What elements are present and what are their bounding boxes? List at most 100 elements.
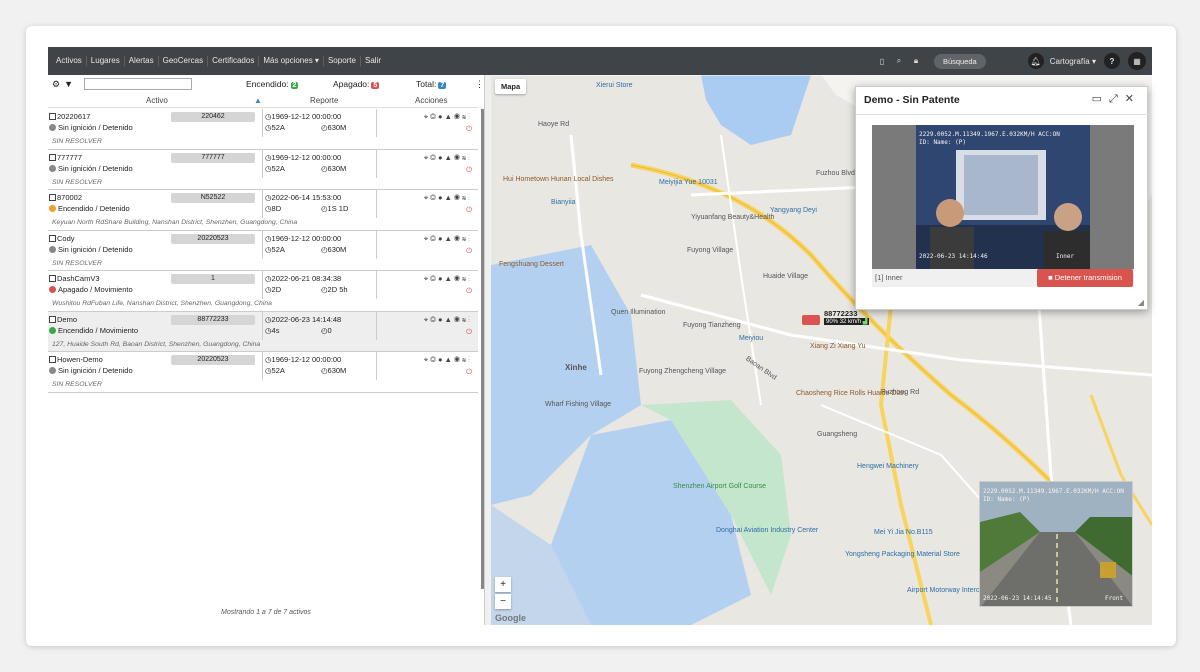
vehicle-marker[interactable]: 88772233 90% 32 km/h ▟: [802, 309, 870, 327]
eye-icon[interactable]: ◉: [454, 274, 462, 283]
table-row[interactable]: 20220617 Sin ignición / Detenido 220462 ◷19…: [48, 109, 478, 150]
more-icon[interactable]: ⋮: [468, 193, 472, 202]
asset-search-input[interactable]: [84, 78, 192, 90]
off-count[interactable]: Apagado: 5: [333, 79, 380, 89]
target-icon[interactable]: ◎: [430, 355, 438, 364]
row-checkbox[interactable]: [49, 113, 56, 120]
row-checkbox[interactable]: [49, 194, 56, 201]
more-icon[interactable]: ⋮: [468, 153, 472, 162]
eye-icon[interactable]: ◉: [454, 355, 462, 364]
power-icon: ⏻: [466, 164, 474, 174]
video-player[interactable]: 2229.0052.M.11349.1967.E.032KM/H ACC:ON …: [872, 125, 1134, 269]
report-value-2: ◴0: [321, 326, 332, 335]
table-row[interactable]: 777777 Sin ignición / Detenido 777777 ◷1969…: [48, 149, 478, 190]
eye-icon[interactable]: ◉: [454, 315, 462, 324]
bell-icon[interactable]: 🔔︎: [1027, 53, 1044, 69]
close-icon[interactable]: ✕: [1125, 93, 1141, 105]
alert-icon[interactable]: ▲: [445, 112, 454, 121]
more-icon[interactable]: ⋮: [468, 112, 472, 121]
nav-certificados[interactable]: Certificados: [208, 56, 260, 66]
resize-handle-icon[interactable]: ◢: [1138, 298, 1144, 307]
asset-status: Apagado / Movimiento: [49, 285, 133, 294]
search-button[interactable]: Búsqueda: [933, 53, 986, 69]
nav-geocercas[interactable]: GeoCercas: [159, 56, 209, 66]
alert-icon[interactable]: ▲: [445, 153, 454, 162]
zoom-out-button[interactable]: −: [495, 594, 511, 609]
nav-soporte[interactable]: Soporte: [324, 56, 361, 66]
search-icon[interactable]: ⌕: [892, 56, 906, 66]
asset-name[interactable]: Cody: [57, 234, 75, 243]
alert-icon[interactable]: ▲: [445, 355, 454, 364]
asset-name[interactable]: Howen-Demo: [57, 355, 103, 364]
asset-name[interactable]: 777777: [57, 153, 82, 162]
nav-mas-opciones[interactable]: Más opciones ▾: [259, 56, 324, 66]
row-checkbox[interactable]: [49, 356, 56, 363]
target-icon[interactable]: ◎: [430, 153, 438, 162]
row-checkbox[interactable]: [49, 234, 56, 242]
video-frame: 2229.0052.M.11349.1967.E.032KM/H ACC:ON …: [916, 125, 1090, 269]
more-icon[interactable]: ⋮: [468, 315, 472, 324]
nav-activos[interactable]: Activos: [52, 56, 87, 66]
on-count[interactable]: Encendido: 2: [246, 79, 299, 89]
target-icon[interactable]: ◎: [430, 193, 438, 202]
eye-icon[interactable]: ◉: [454, 112, 462, 121]
eye-icon[interactable]: ◉: [454, 234, 462, 243]
poi-label: Xiang Zi Xiang Yu: [810, 343, 866, 350]
status-text: Sin ignición / Detenido: [58, 123, 133, 132]
target-icon[interactable]: ◎: [430, 234, 438, 243]
row-checkbox[interactable]: [49, 315, 56, 323]
sort-asc-icon[interactable]: ▲: [254, 96, 262, 105]
target-icon[interactable]: ◎: [430, 274, 438, 283]
row-checkbox[interactable]: [49, 153, 56, 161]
poi-label: Yongsheng Packaging Material Store: [845, 551, 960, 558]
alert-icon[interactable]: ▲: [445, 234, 454, 243]
nav-salir[interactable]: Salir: [361, 56, 385, 66]
stop-stream-button[interactable]: ■ Detener transmision: [1037, 269, 1133, 287]
more-icon[interactable]: ⋮: [468, 274, 472, 283]
alert-icon[interactable]: ▲: [445, 274, 454, 283]
district-label: Xinhe: [565, 363, 587, 372]
nav-alertas[interactable]: Alertas: [125, 56, 159, 66]
apps-grid-icon[interactable]: ▦: [1128, 52, 1146, 70]
map-type-selector[interactable]: Mapa: [495, 79, 527, 94]
panel-splitter[interactable]: [484, 75, 491, 625]
alert-icon[interactable]: ▲: [445, 315, 454, 324]
filter-icon[interactable]: ▼: [64, 79, 73, 89]
table-row[interactable]: Howen-Demo Sin ignición / Detenido 2022052…: [48, 352, 478, 393]
alert-icon[interactable]: ▲: [445, 193, 454, 202]
more-icon[interactable]: ⋮: [475, 79, 484, 90]
target-icon[interactable]: ◎: [430, 112, 438, 121]
col-report[interactable]: Reporte: [310, 96, 338, 105]
asset-name[interactable]: Demo: [57, 315, 77, 324]
asset-name[interactable]: DashCamV3: [57, 274, 100, 283]
column-divider: [262, 230, 263, 259]
minimize-icon[interactable]: ▭: [1092, 93, 1109, 105]
target-icon[interactable]: ◎: [430, 315, 438, 324]
help-icon[interactable]: ?: [1104, 53, 1120, 69]
cartography-menu[interactable]: Cartografía ▾: [1050, 57, 1096, 66]
more-icon[interactable]: ⋮: [468, 234, 472, 243]
table-row[interactable]: Demo Encendido / Movimiento 88772233 ◷2022-…: [48, 311, 478, 352]
more-icon[interactable]: ⋮: [468, 355, 472, 364]
status-text: Sin ignición / Detenido: [58, 366, 133, 375]
column-divider: [376, 271, 377, 299]
asset-name[interactable]: 20220617: [57, 112, 90, 121]
col-asset[interactable]: Activo: [146, 96, 168, 105]
total-count[interactable]: Total: 7: [416, 79, 447, 89]
table-row[interactable]: Cody Sin ignición / Detenido 20220523 ◷1969…: [48, 230, 478, 271]
expand-icon[interactable]: ⤢: [1109, 93, 1125, 105]
table-row[interactable]: DashCamV3 Apagado / Movimiento 1 ◷2022-06-2…: [48, 271, 478, 312]
report-v1: 4s: [271, 325, 280, 335]
poi-label: Wharf Fishing Village: [545, 401, 612, 408]
asset-name[interactable]: 870002: [57, 193, 82, 202]
front-camera-pip[interactable]: 2229.0052.M.11349.1967.E.032KM/H ACC:ON …: [979, 481, 1133, 607]
table-row[interactable]: 870002 Encendido / Detenido N52522 ◷2022-06…: [48, 190, 478, 231]
eye-icon[interactable]: ◉: [454, 193, 462, 202]
row-checkbox[interactable]: [49, 275, 56, 282]
mobile-icon[interactable]: ▯: [875, 57, 889, 66]
gear-icon[interactable]: ⚙: [52, 79, 60, 90]
lock-icon[interactable]: 🔒︎: [909, 56, 923, 66]
nav-lugares[interactable]: Lugares: [87, 56, 125, 66]
zoom-in-button[interactable]: +: [495, 577, 511, 592]
eye-icon[interactable]: ◉: [454, 153, 462, 162]
